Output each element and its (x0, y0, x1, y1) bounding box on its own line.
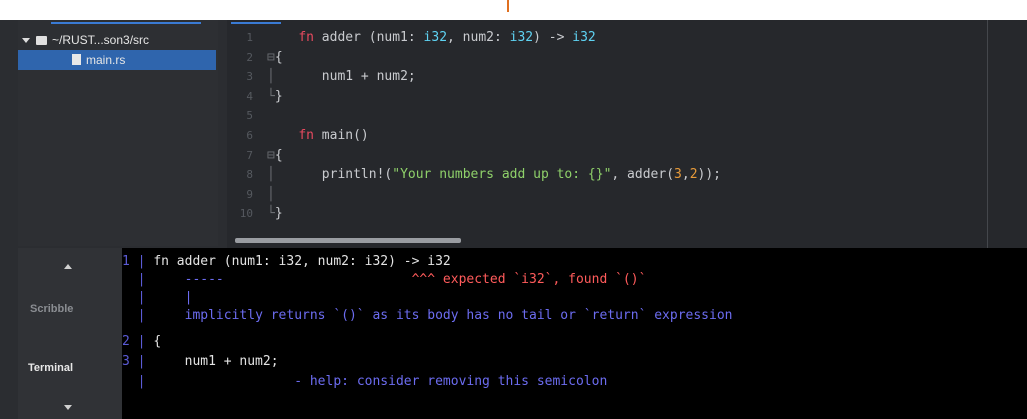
line-number-gutter: 1 2 3 4 5 6 7 8 9 10 (227, 28, 257, 224)
gutter-marker: 1 | (122, 254, 154, 269)
terminal-line: | - help: consider removing this semicol… (122, 374, 608, 389)
horizontal-scrollbar[interactable] (235, 238, 461, 243)
line-number: 2 (246, 50, 253, 64)
code-text: println!( (321, 167, 393, 183)
keyword: fn (298, 30, 314, 45)
editor-margin-line (987, 20, 988, 248)
line-number: 3 (246, 70, 253, 84)
help-message: - help: consider removing this semicolon (294, 374, 608, 389)
type-token: i32 (423, 30, 448, 45)
line-number: 9 (246, 187, 253, 201)
keyword: fn (298, 127, 314, 143)
code-area[interactable]: fn adder (num1: i32, num2: i32) -> i32 ⊟… (267, 28, 721, 224)
code-text: } (274, 206, 283, 222)
file-label: main.rs (86, 53, 126, 67)
cursor-marker (507, 0, 509, 12)
tree-folder-src[interactable]: ~/RUST...son3/src (22, 30, 149, 50)
tree-accent-bar (51, 22, 201, 24)
code-text: , adder( (611, 167, 675, 183)
bottom-tab-panel: Scribble Terminal (18, 248, 122, 419)
line-number: 6 (246, 128, 253, 142)
editor-tab-accent (231, 22, 281, 24)
chevron-up-icon[interactable] (64, 264, 72, 269)
code-line: └} (267, 88, 283, 104)
line-number: 8 (246, 168, 253, 182)
code-text: , num2: (447, 30, 510, 45)
tree-file-main[interactable]: main.rs (18, 50, 216, 70)
code-text: adder (num1: (313, 30, 424, 45)
gutter-marker: 3 | (122, 354, 154, 369)
chevron-down-icon[interactable] (22, 38, 30, 44)
code-editor[interactable]: 1 2 3 4 5 6 7 8 9 10 fn adder (num1: i32… (227, 20, 1027, 248)
gutter-marker: 2 | (122, 334, 154, 349)
code-line: fn adder (num1: i32, num2: i32) -> i32 (267, 28, 721, 48)
terminal-line: | implicitly returns `()` as its body ha… (122, 308, 733, 323)
number-literal: 3 (674, 167, 682, 183)
code-text: num1 + num2; (321, 69, 416, 85)
terminal-line: | | (122, 290, 193, 305)
code-line: │ println!("Your numbers add up to: {}",… (267, 167, 721, 183)
folder-label: ~/RUST...son3/src (52, 33, 150, 47)
note-message: implicitly returns `()` as its body has … (184, 308, 733, 323)
top-strip (0, 0, 1027, 20)
code-line: │ (267, 186, 275, 202)
terminal-text: num1 + num2; (153, 354, 279, 369)
file-tree: ~/RUST...son3/src main.rs (18, 20, 218, 246)
line-number: 10 (239, 207, 253, 221)
terminal-text: fn adder (num1: i32, num2: i32) -> i32 (153, 254, 451, 269)
code-text: main() (313, 127, 369, 143)
code-line: ⊟{ (267, 146, 721, 166)
code-line: fn main() (267, 126, 721, 146)
number-literal: 2 (689, 167, 698, 183)
line-number: 5 (246, 109, 253, 123)
underline-dashes: ----- (184, 272, 224, 287)
file-icon (72, 54, 81, 65)
code-text: } (274, 88, 283, 104)
string-literal: "Your numbers add up to: {}" (392, 167, 612, 183)
terminal-line: 3 | num1 + num2; (122, 352, 279, 372)
code-line: └} (267, 206, 283, 222)
code-text: ) -> (533, 30, 573, 45)
terminal-line: 1 | fn adder (num1: i32, num2: i32) -> i… (122, 252, 451, 272)
type-token: i32 (572, 30, 596, 45)
type-token: i32 (509, 30, 534, 45)
terminal-line: 2 | { (122, 332, 161, 352)
gutter-marker: | (122, 272, 154, 287)
line-number: 7 (246, 148, 253, 162)
fold-icon[interactable]: ⊟ (267, 148, 275, 163)
terminal-line: | ----- ^^^ expected `i32`, found `()` (122, 270, 647, 290)
code-text: )); (697, 167, 721, 183)
tab-scribble[interactable]: Scribble (30, 303, 73, 315)
fold-icon[interactable]: ⊟ (267, 50, 275, 65)
pipe-marker: | (184, 290, 193, 305)
code-text: { (274, 49, 283, 65)
line-number: 1 (246, 31, 253, 44)
error-message: ^^^ expected `i32`, found `()` (411, 272, 647, 287)
terminal-text: { (153, 334, 162, 349)
folder-icon (36, 36, 47, 46)
code-line: │ num1 + num2; (267, 69, 416, 85)
code-text: , (681, 167, 690, 183)
terminal-output[interactable]: 1 | fn adder (num1: i32, num2: i32) -> i… (122, 248, 1027, 419)
chevron-down-icon[interactable] (64, 405, 72, 410)
code-text: { (274, 147, 283, 163)
code-line: ⊟{ (267, 48, 721, 68)
line-number: 4 (246, 89, 253, 103)
tab-terminal[interactable]: Terminal (28, 362, 73, 374)
